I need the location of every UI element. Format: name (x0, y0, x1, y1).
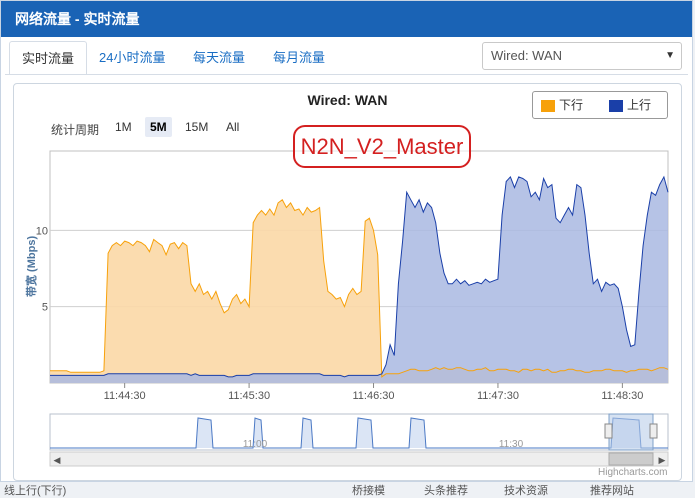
scrollbar-thumb[interactable] (608, 452, 654, 466)
watermark-label: N2N_V2_Master (293, 125, 471, 168)
x-tick-label: 11:48:30 (601, 390, 643, 402)
footer-item[interactable]: 线上行(下行) (4, 482, 66, 498)
navigator-selection[interactable] (608, 413, 654, 451)
y-axis-label: 带宽 (Mbps) (26, 235, 38, 297)
footer-bar: 线上行(下行) 桥接模 头条推荐 技术资源 推荐网站 (0, 482, 695, 497)
footer-item[interactable]: 推荐网站 (590, 482, 634, 498)
navigator-label: 11:30 (499, 439, 524, 450)
x-tick-label: 11:47:30 (477, 390, 519, 402)
x-tick-label: 11:46:30 (353, 390, 395, 402)
chart-plot: 51011:44:30 11:45:30 11:46:30 11:47:30 11:48… (36, 150, 669, 467)
traffic-panel: 网络流量 - 实时流量 实时流量 24小时流量 每天流量 每月流量 Wired:… (0, 0, 693, 482)
footer-item[interactable]: 桥接模 (352, 482, 385, 498)
x-tick-label: 11:45:30 (228, 390, 270, 402)
navigator-label: 11:00 (243, 439, 268, 450)
scroll-right-icon[interactable]: ▶ (659, 455, 666, 465)
chart-credit[interactable]: Highcharts.com (598, 467, 667, 478)
scrollbar-track[interactable] (49, 451, 669, 467)
scroll-left-icon[interactable]: ◀ (54, 455, 61, 465)
footer-item[interactable]: 头条推荐 (424, 482, 468, 498)
x-tick-label: 11:44:30 (104, 390, 146, 402)
navigator-handle-left[interactable] (604, 423, 613, 439)
navigator-handle-right[interactable] (649, 423, 658, 439)
footer-item[interactable]: 技术资源 (504, 482, 548, 498)
y-tick-label: 5 (42, 302, 48, 314)
